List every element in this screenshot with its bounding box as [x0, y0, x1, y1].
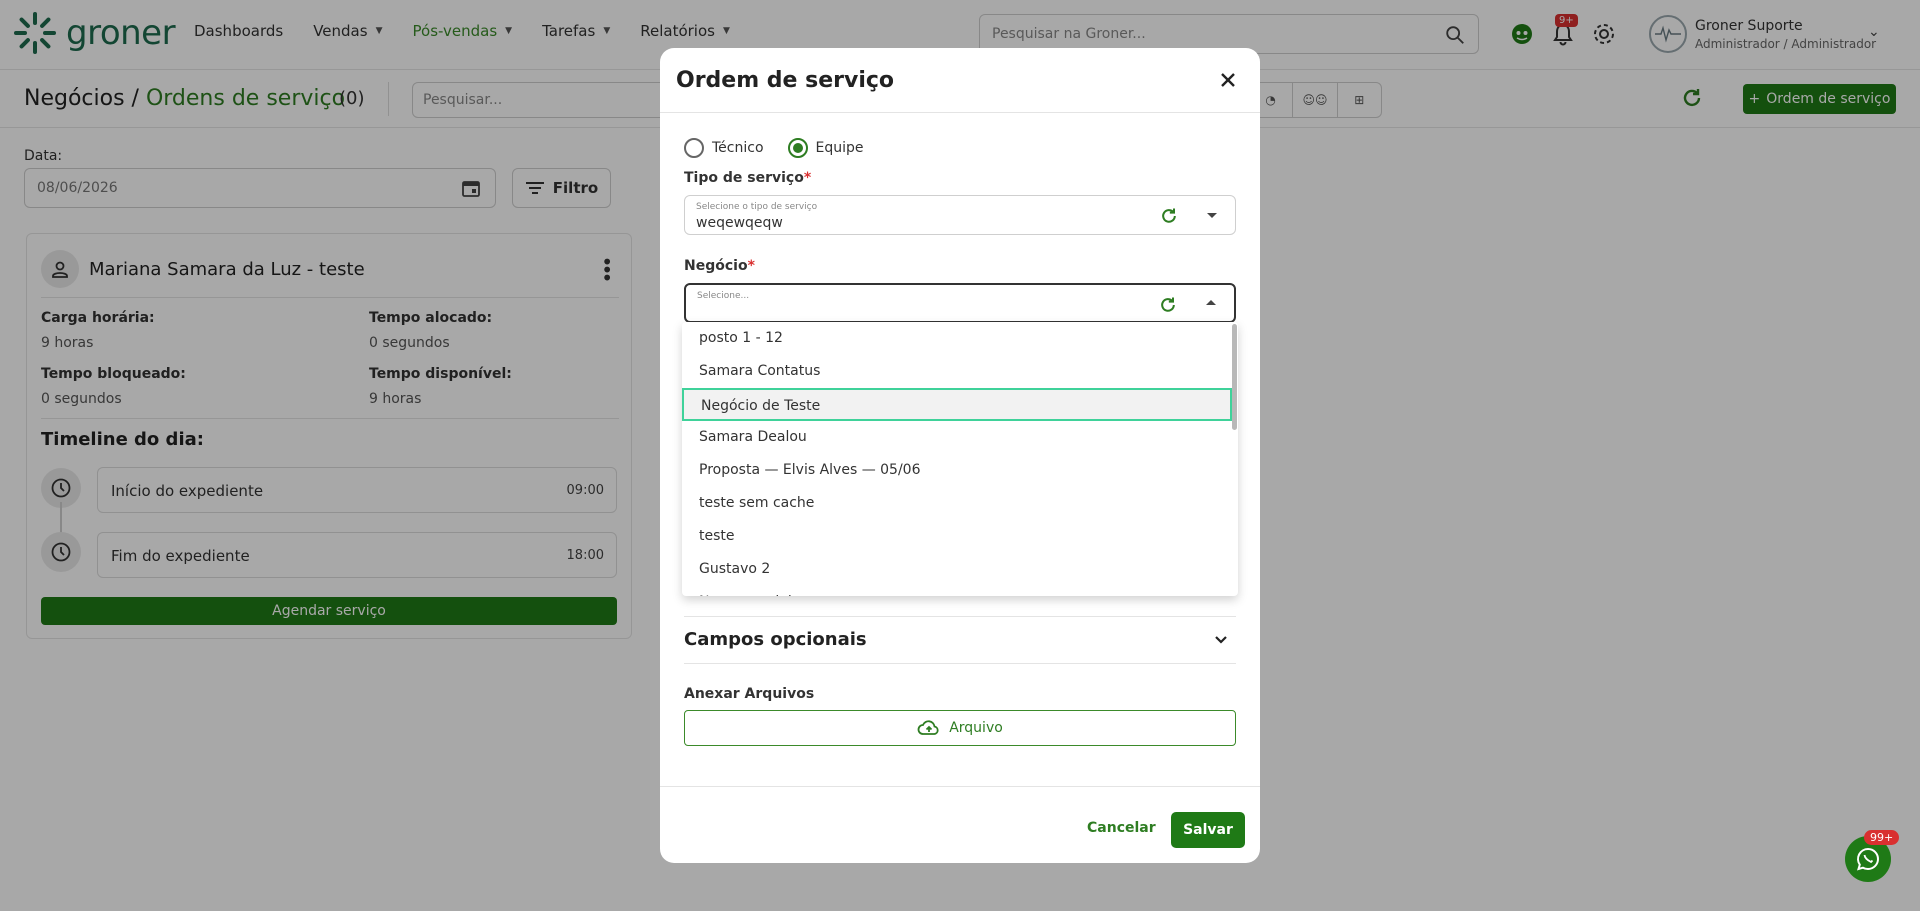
select-placeholder: Selecione o tipo de serviço: [696, 202, 818, 212]
negocio-select[interactable]: Selecione...: [684, 283, 1236, 323]
negocio-dropdown-list: posto 1 - 12 Samara Contatus Negócio de …: [682, 322, 1238, 596]
service-order-modal: Ordem de serviço Técnico Equipe Tipo de …: [660, 48, 1260, 863]
field-label: Negócio: [684, 258, 748, 274]
refresh-icon[interactable]: [1159, 206, 1179, 226]
tipo-servico-select[interactable]: Selecione o tipo de serviço weqewqeqw: [684, 195, 1236, 235]
tipo-servico-label: Tipo de serviço*: [684, 170, 811, 186]
required-mark: *: [803, 170, 812, 186]
refresh-icon[interactable]: [1158, 295, 1178, 315]
select-value: weqewqeqw: [696, 215, 783, 231]
caret-up-icon[interactable]: [1206, 300, 1216, 305]
cancel-button[interactable]: Cancelar: [1087, 820, 1156, 836]
required-mark: *: [747, 258, 755, 274]
select-placeholder: Selecione...: [697, 291, 750, 301]
divider: [660, 786, 1260, 787]
modal-title: Ordem de serviço: [676, 68, 895, 93]
divider: [660, 112, 1260, 113]
dropdown-option-highlighted[interactable]: Negócio de Teste: [682, 388, 1232, 421]
radio-label: Técnico: [712, 140, 764, 156]
chevron-down-icon[interactable]: [1212, 631, 1230, 649]
dropdown-option[interactable]: Nome parcial: [682, 586, 1232, 596]
radio-circle: [684, 138, 704, 158]
dropdown-option[interactable]: teste: [682, 520, 1232, 553]
dropdown-option[interactable]: Samara Dealou: [682, 421, 1232, 454]
attach-label: Anexar Arquivos: [684, 686, 815, 702]
button-label: Arquivo: [949, 720, 1003, 736]
save-button[interactable]: Salvar: [1171, 812, 1245, 848]
dropdown-option[interactable]: Gustavo 2: [682, 553, 1232, 586]
dropdown-option[interactable]: posto 1 - 12: [682, 322, 1232, 355]
upload-file-button[interactable]: Arquivo: [684, 710, 1236, 746]
dropdown-scrollbar[interactable]: [1232, 324, 1237, 430]
assignment-radio-group: Técnico Equipe: [684, 138, 864, 158]
dropdown-option[interactable]: teste sem cache: [682, 487, 1232, 520]
optional-fields-toggle[interactable]: Campos opcionais: [684, 616, 1236, 664]
section-title: Campos opcionais: [684, 629, 867, 650]
radio-equipe[interactable]: Equipe: [787, 138, 864, 158]
whatsapp-icon: [1857, 847, 1879, 871]
cloud-upload-icon: [917, 720, 939, 735]
close-icon[interactable]: [1216, 68, 1240, 92]
radio-label: Equipe: [815, 140, 864, 156]
dropdown-option[interactable]: Proposta — Elvis Alves — 05/06: [682, 454, 1232, 487]
dropdown-option[interactable]: Samara Contatus: [682, 355, 1232, 388]
fab-badge: 99+: [1864, 830, 1900, 845]
radio-circle-checked: [787, 138, 808, 158]
field-label: Tipo de serviço: [684, 170, 804, 186]
radio-tecnico[interactable]: Técnico: [684, 138, 764, 158]
negocio-label: Negócio*: [684, 258, 755, 274]
caret-down-icon[interactable]: [1207, 213, 1217, 218]
